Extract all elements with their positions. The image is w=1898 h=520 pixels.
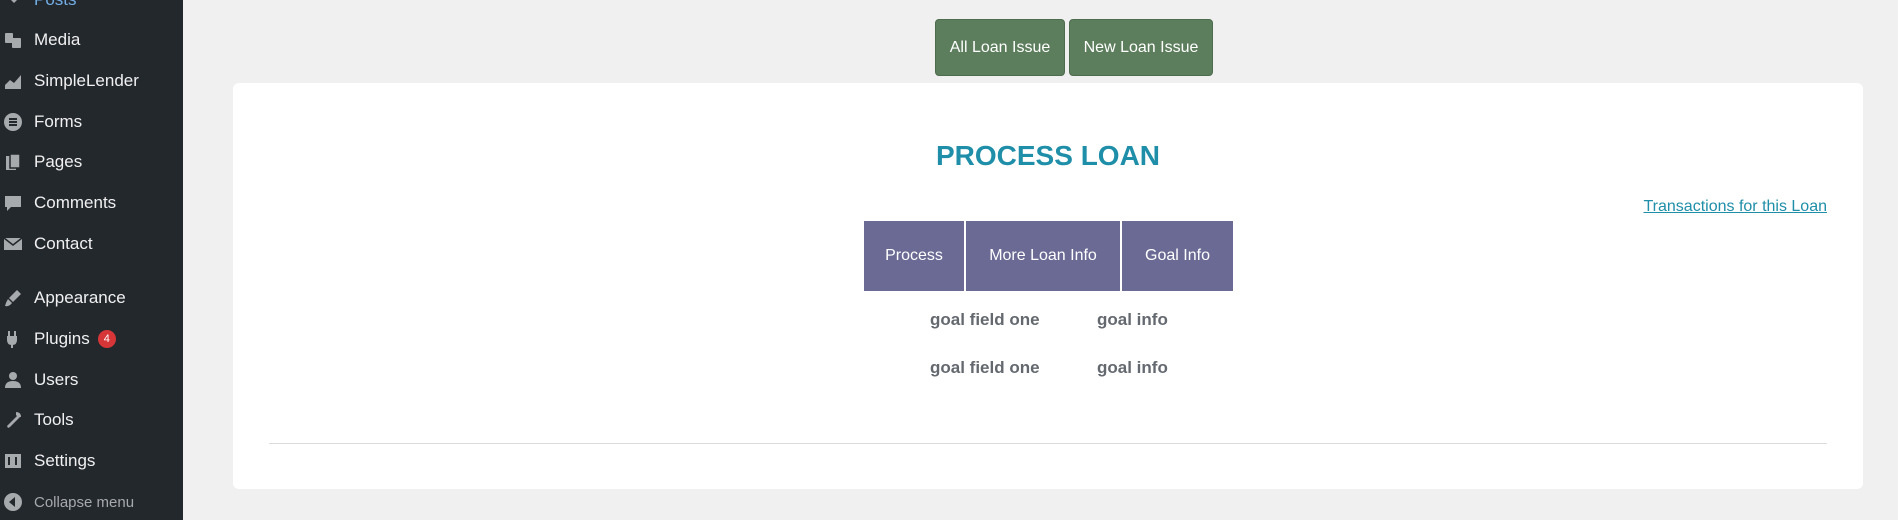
collapse-menu-label: Collapse menu xyxy=(34,493,135,511)
sidebar-item-simplelender[interactable]: SimpleLender xyxy=(0,64,183,98)
sidebar-item-label: Tools xyxy=(34,410,74,429)
pin-icon xyxy=(2,0,24,11)
all-loan-issue-button[interactable]: All Loan Issue xyxy=(935,19,1065,76)
plugin-icon xyxy=(2,328,24,350)
sidebar-item-posts[interactable]: Posts xyxy=(0,0,183,17)
sidebar-item-label: Forms xyxy=(34,112,83,131)
sidebar-item-label: Pages xyxy=(34,152,83,171)
goal-field-label: goal field one xyxy=(930,310,1040,329)
process-loan-card: PROCESS LOAN Transactions for this Loan … xyxy=(233,83,1863,489)
divider xyxy=(269,443,1827,444)
sidebar-item-label: Settings xyxy=(34,451,96,470)
admin-sidebar: Posts Media SimpleLender Forms Pages Com… xyxy=(0,0,183,520)
collapse-menu-button[interactable]: Collapse menu xyxy=(0,485,183,519)
sidebar-item-contact[interactable]: Contact xyxy=(0,227,183,261)
goal-field-label: goal field one xyxy=(930,358,1040,377)
chart-icon xyxy=(2,70,24,92)
tab-goal-info[interactable]: Goal Info xyxy=(1122,221,1233,291)
plugins-update-badge: 4 xyxy=(97,330,116,348)
brush-icon xyxy=(2,287,24,309)
goal-field-value: goal info xyxy=(1097,310,1168,329)
new-loan-issue-button[interactable]: New Loan Issue xyxy=(1069,19,1213,76)
wrench-icon xyxy=(2,409,24,431)
sidebar-item-label: Users xyxy=(34,370,79,389)
goal-field-value: goal info xyxy=(1097,358,1168,377)
media-icon xyxy=(2,29,24,51)
tab-process[interactable]: Process xyxy=(864,221,964,291)
forms-icon xyxy=(2,111,24,133)
envelope-icon xyxy=(2,233,24,255)
sidebar-item-label: Posts xyxy=(34,0,77,10)
sidebar-item-label: Contact xyxy=(34,234,93,253)
sidebar-item-label: Plugins xyxy=(34,329,90,348)
sidebar-item-label: Media xyxy=(34,30,81,49)
sidebar-item-appearance[interactable]: Appearance xyxy=(0,281,183,315)
sidebar-item-forms[interactable]: Forms xyxy=(0,105,183,139)
comment-icon xyxy=(2,192,24,214)
sidebar-item-pages[interactable]: Pages xyxy=(0,145,183,179)
pages-icon xyxy=(2,151,24,173)
sidebar-item-plugins[interactable]: Plugins 4 xyxy=(0,322,183,356)
sidebar-item-settings[interactable]: Settings xyxy=(0,444,183,478)
sidebar-item-users[interactable]: Users xyxy=(0,363,183,397)
sidebar-item-comments[interactable]: Comments xyxy=(0,186,183,220)
sidebar-item-media[interactable]: Media xyxy=(0,23,183,57)
collapse-icon xyxy=(2,491,24,513)
sidebar-item-label: Appearance xyxy=(34,288,126,307)
user-icon xyxy=(2,369,24,391)
transactions-link[interactable]: Transactions for this Loan xyxy=(1644,198,1828,216)
tab-more-loan-info[interactable]: More Loan Info xyxy=(966,221,1120,291)
page-title: PROCESS LOAN xyxy=(935,140,1161,171)
settings-icon xyxy=(2,450,24,472)
sidebar-item-label: Comments xyxy=(34,193,117,212)
sidebar-item-tools[interactable]: Tools xyxy=(0,403,183,437)
sidebar-item-label: SimpleLender xyxy=(34,71,139,90)
